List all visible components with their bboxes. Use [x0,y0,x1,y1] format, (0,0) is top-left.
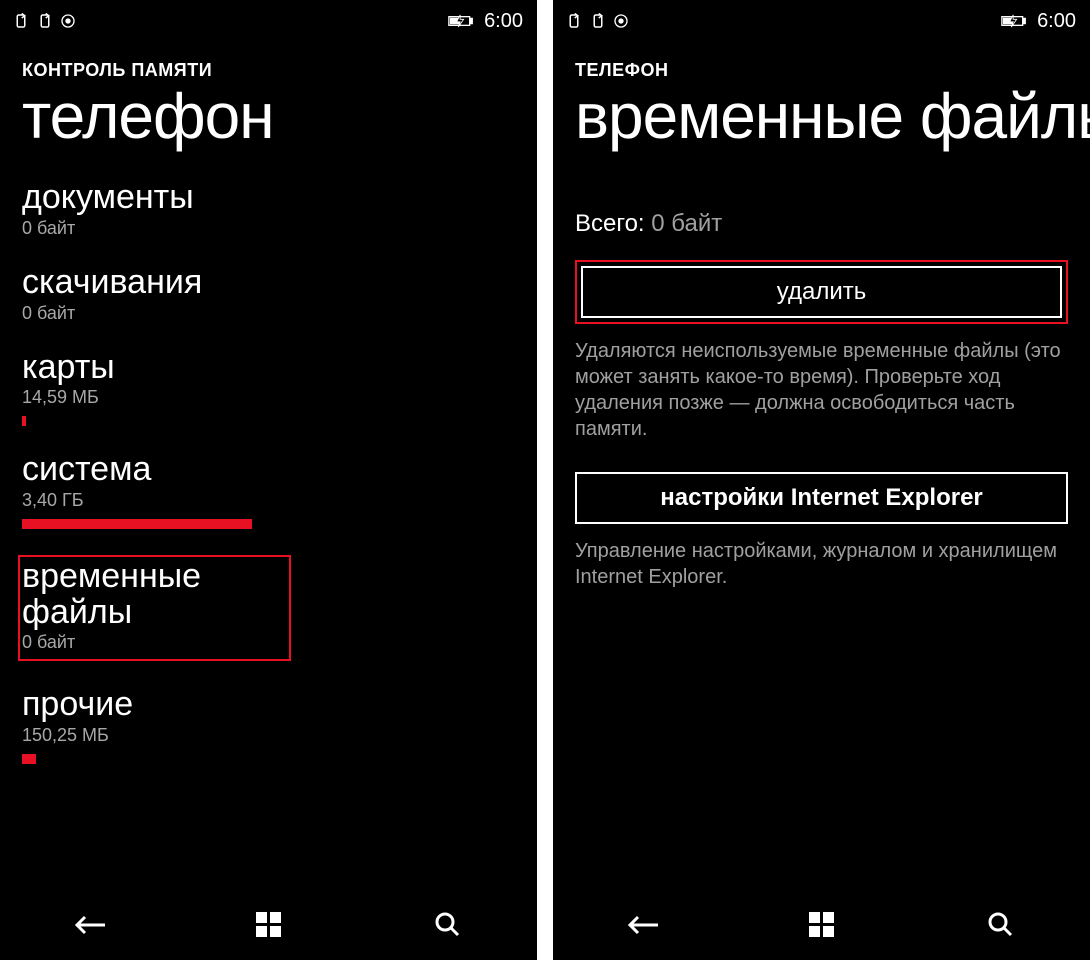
category-size: 14,59 МБ [22,387,515,408]
delete-description: Удаляются неиспользуемые временные файлы… [575,338,1068,442]
total-line: Всего: 0 байт [575,210,1068,238]
category-title: прочие [22,687,515,723]
usage-bar [22,416,26,426]
battery-icon [1001,13,1027,29]
total-value: 0 байт [651,210,722,237]
category-size: 0 байт [22,303,515,324]
phone-screen-storage: 6:00 КОНТРОЛЬ ПАМЯТИ телефон документы 0… [0,0,537,960]
nav-bar [553,890,1090,960]
phone-screen-temp-files: 6:00 ТЕЛЕФОН временные файлы Всего: 0 ба… [553,0,1090,960]
app-label: КОНТРОЛЬ ПАМЯТИ [0,36,537,81]
vibrate-icon-2 [36,12,54,30]
category-maps[interactable]: карты 14,59 МБ [22,350,515,427]
category-documents[interactable]: документы 0 байт [22,180,515,239]
delete-button-highlight: удалить [575,260,1068,324]
category-title: карты [22,350,515,386]
battery-icon [448,13,474,29]
ie-description: Управление настройками, журналом и храни… [575,538,1068,590]
vibrate-icon [565,12,583,30]
location-icon [60,13,76,29]
search-button[interactable] [418,895,478,955]
category-size: 0 байт [22,218,515,239]
search-button[interactable] [971,895,1031,955]
delete-button[interactable]: удалить [581,266,1062,318]
category-temp-files[interactable]: временные файлы 0 байт [18,555,291,661]
category-size: 150,25 МБ [22,725,515,746]
category-system[interactable]: система 3,40 ГБ [22,452,515,529]
location-icon [613,13,629,29]
back-button[interactable] [60,895,120,955]
status-clock: 6:00 [484,10,523,33]
vibrate-icon [12,12,30,30]
home-button[interactable] [792,895,852,955]
category-size: 3,40 ГБ [22,490,515,511]
page-title: телефон [0,81,537,150]
category-downloads[interactable]: скачивания 0 байт [22,265,515,324]
category-title: документы [22,180,515,216]
status-clock: 6:00 [1037,10,1076,33]
nav-bar [0,890,537,960]
usage-bar [22,754,36,764]
category-size: 0 байт [22,632,283,653]
ie-settings-button[interactable]: настройки Internet Explorer [575,472,1068,524]
app-label: ТЕЛЕФОН [553,36,1090,81]
temp-files-content: Всего: 0 байт удалить Удаляются неисполь… [553,150,1090,590]
vibrate-icon-2 [589,12,607,30]
category-title: система [22,452,515,488]
category-other[interactable]: прочие 150,25 МБ [22,687,515,764]
usage-bar [22,519,252,529]
category-title: временные файлы [22,559,283,630]
back-button[interactable] [613,895,673,955]
total-label: Всего: [575,210,645,237]
home-button[interactable] [239,895,299,955]
category-title: скачивания [22,265,515,301]
storage-category-list: документы 0 байт скачивания 0 байт карты… [0,150,537,764]
status-bar: 6:00 [0,0,537,36]
status-bar: 6:00 [553,0,1090,36]
page-title: временные файлы [553,81,1090,150]
